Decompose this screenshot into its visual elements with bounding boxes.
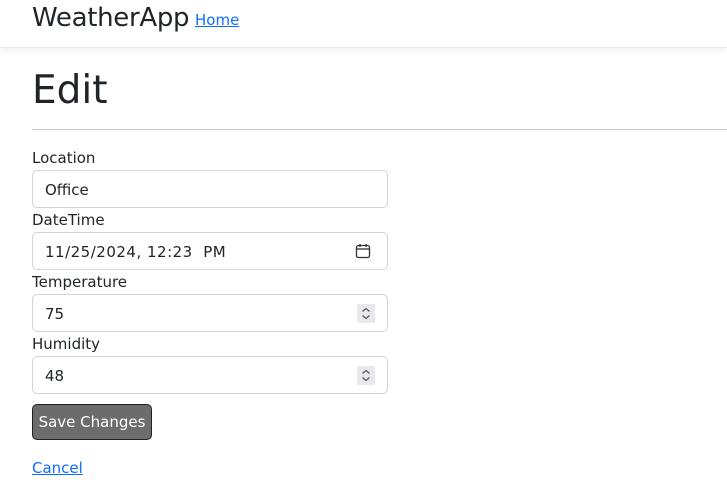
location-input[interactable]: Office bbox=[32, 170, 388, 208]
save-changes-button[interactable]: Save Changes bbox=[32, 404, 152, 440]
brand-logo-text[interactable]: WeatherApp bbox=[32, 1, 190, 35]
cancel-link[interactable]: Cancel bbox=[32, 458, 83, 478]
calendar-icon[interactable] bbox=[355, 243, 371, 259]
temperature-spinner-icon[interactable] bbox=[357, 304, 375, 323]
temperature-input-value: 75 bbox=[45, 305, 65, 323]
humidity-input[interactable]: 48 bbox=[32, 356, 388, 394]
datetime-label: DateTime bbox=[32, 211, 105, 229]
nav-home-link[interactable]: Home bbox=[195, 10, 239, 30]
humidity-label: Humidity bbox=[32, 335, 101, 353]
location-label: Location bbox=[32, 149, 96, 167]
title-divider bbox=[32, 129, 727, 130]
temperature-input[interactable]: 75 bbox=[32, 294, 388, 332]
page-title: Edit bbox=[32, 68, 108, 113]
datetime-input-value: 11/25/2024, 12:23 PM bbox=[45, 243, 227, 261]
temperature-label: Temperature bbox=[32, 273, 128, 291]
humidity-input-value: 48 bbox=[45, 367, 65, 385]
location-input-value: Office bbox=[45, 181, 89, 199]
datetime-input[interactable]: 11/25/2024, 12:23 PM bbox=[32, 232, 388, 270]
humidity-spinner-icon[interactable] bbox=[357, 366, 375, 385]
navbar: WeatherApp Home bbox=[0, 0, 727, 48]
